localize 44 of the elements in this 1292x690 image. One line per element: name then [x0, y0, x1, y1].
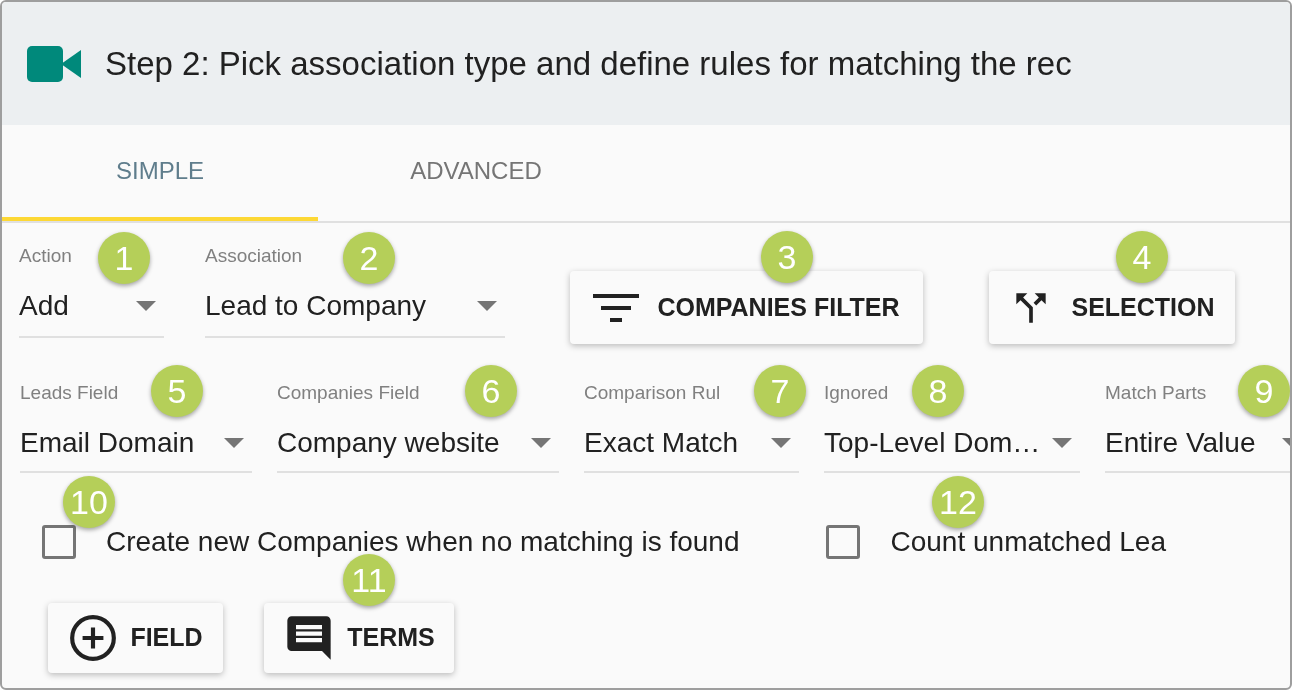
dropdown-arrow-icon	[1052, 438, 1072, 448]
dropdown-arrow-icon	[531, 438, 551, 448]
field-label: Association	[205, 244, 303, 268]
video-camera-icon	[27, 45, 81, 82]
callout-badge: 7	[754, 365, 806, 417]
dropdown-field[interactable]: Company website	[277, 425, 559, 473]
dropdown-arrow-icon	[224, 438, 244, 448]
plus-circle-icon	[68, 613, 119, 663]
field-label: Ignored	[824, 381, 889, 405]
action-button[interactable]: TERMS	[264, 603, 454, 673]
dropdown-arrow-icon	[771, 438, 791, 448]
dropdown-arrow-icon	[477, 301, 497, 311]
callout-badge: 1	[98, 232, 150, 284]
checkbox-label: Count unmatched Lea	[890, 525, 1166, 559]
field-label: Companies Field	[277, 381, 420, 405]
callout-badge: 9	[1238, 365, 1290, 417]
callout-badge: 10	[63, 476, 115, 528]
callout-badge: 5	[151, 365, 203, 417]
page-title: Step 2: Pick association type and define rules for matching the rec	[105, 43, 1072, 84]
toolbar-button[interactable]: SELECTION	[989, 271, 1235, 344]
tab[interactable]: SIMPLE	[2, 125, 318, 221]
dropdown-field[interactable]: Top-Level Dom…	[824, 425, 1080, 473]
callout-badge: 8	[912, 365, 964, 417]
field-label: Action	[19, 244, 72, 268]
action-button[interactable]: FIELD	[48, 603, 223, 673]
checkbox[interactable]	[42, 525, 76, 559]
callout-badge: 4	[1116, 231, 1168, 283]
dropdown-field[interactable]: Lead to Company	[205, 288, 505, 338]
checkbox[interactable]	[826, 525, 861, 559]
callout-badge: 2	[343, 232, 395, 284]
callout-badge: 11	[343, 554, 395, 606]
dropdown-field[interactable]: Entire Value	[1105, 425, 1290, 473]
dropdown-field[interactable]: Exact Match	[584, 425, 799, 473]
dropdown-field[interactable]: Add	[19, 288, 164, 338]
dropdown-field[interactable]: Email Domain	[20, 425, 252, 473]
callout-badge: 12	[932, 476, 984, 528]
callout-badge: 3	[761, 231, 813, 283]
toolbar-button[interactable]: COMPANIES FILTER	[570, 271, 923, 344]
field-label: Comparison Rul	[584, 381, 721, 405]
tab[interactable]: ADVANCED	[318, 125, 634, 221]
dropdown-arrow-icon	[136, 301, 156, 311]
callout-badge: 6	[465, 365, 517, 417]
field-label: Leads Field	[20, 381, 119, 405]
field-label: Match Parts	[1105, 381, 1207, 405]
